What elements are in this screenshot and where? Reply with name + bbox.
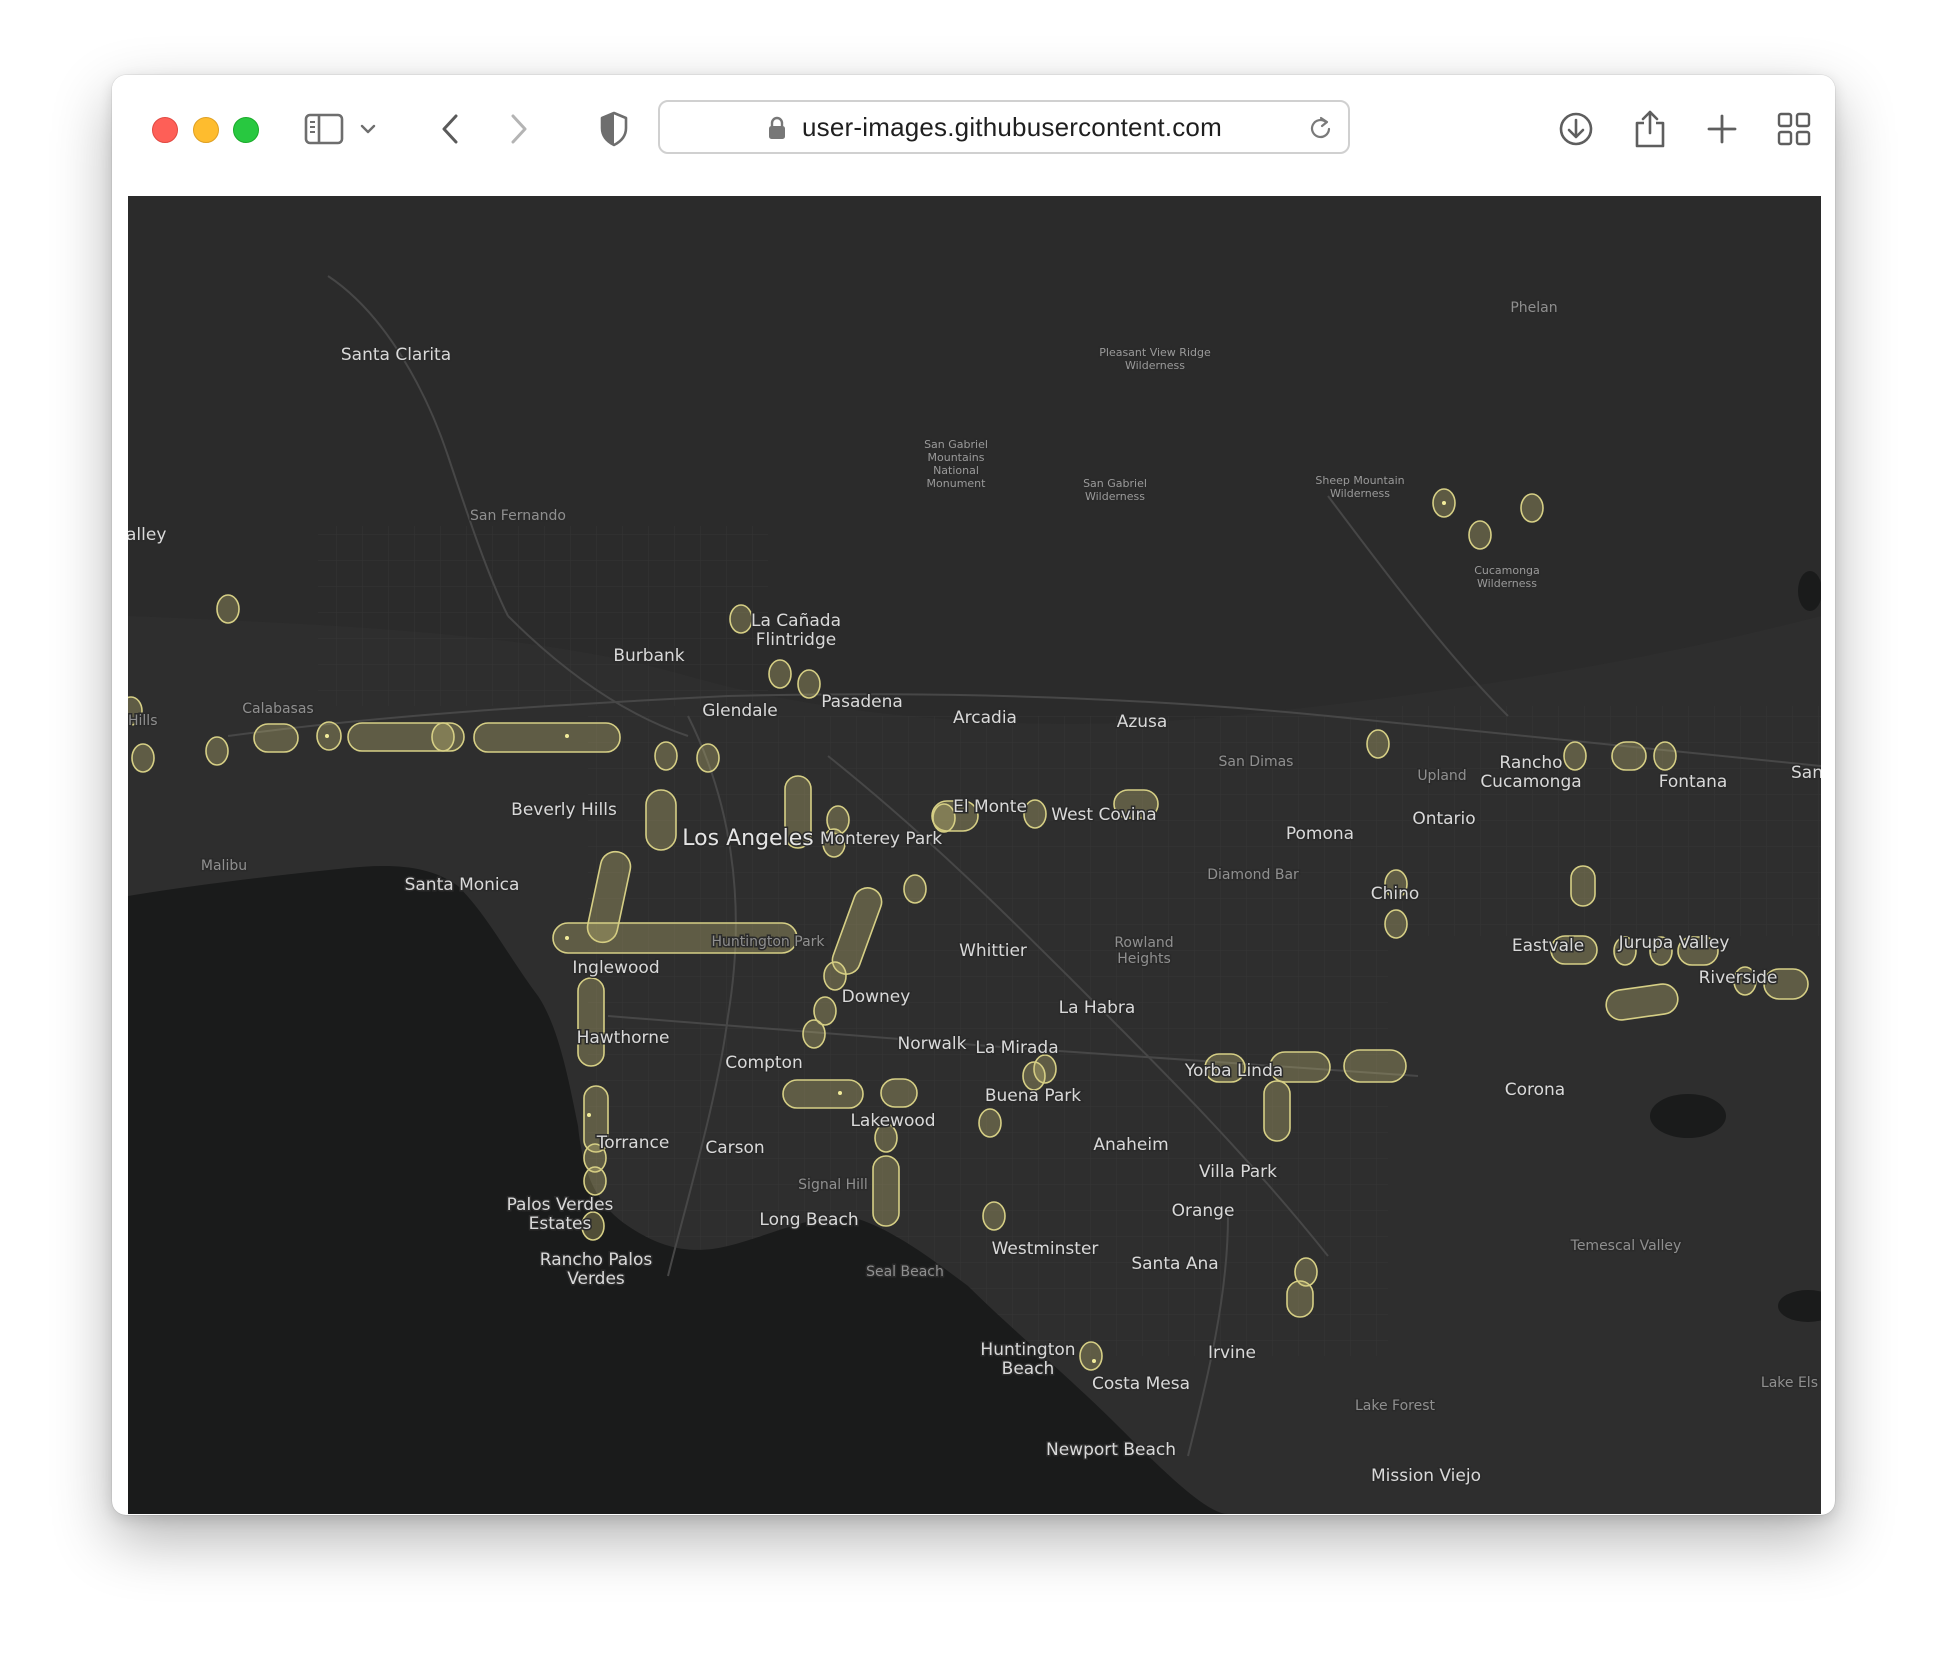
map-viewport[interactable]: Santa Clarita Phelan Pleasant View Ridge Wi… bbox=[128, 196, 1821, 1514]
chevron-right-icon[interactable] bbox=[497, 107, 541, 151]
grid-icon[interactable] bbox=[1772, 107, 1816, 151]
browser-toolbar: user-images.githubusercontent.com bbox=[112, 75, 1835, 195]
plus-icon[interactable] bbox=[1700, 107, 1744, 151]
place-label: Upland bbox=[1417, 768, 1466, 784]
place-label: La Cañada Flintridge bbox=[751, 611, 841, 650]
place-label: Lakewood bbox=[850, 1111, 935, 1131]
place-label: El Monte bbox=[953, 797, 1027, 817]
place-label: Signal Hill bbox=[798, 1177, 868, 1193]
place-label: Westminster bbox=[992, 1239, 1099, 1259]
place-label: Fontana bbox=[1659, 772, 1728, 792]
place-label: Newport Beach bbox=[1046, 1440, 1176, 1460]
place-label: Huntington Park bbox=[711, 934, 825, 950]
place-label: Carson bbox=[705, 1138, 764, 1158]
place-label: Corona bbox=[1505, 1080, 1565, 1100]
place-label: Costa Mesa bbox=[1092, 1374, 1190, 1394]
place-label: La Habra bbox=[1059, 998, 1136, 1018]
place-label: Beverly Hills bbox=[511, 800, 617, 820]
place-label: San Dimas bbox=[1219, 754, 1294, 770]
place-label: Burbank bbox=[613, 646, 684, 666]
place-label: Cucamonga Wilderness bbox=[1474, 564, 1540, 590]
place-label: Seal Beach bbox=[866, 1264, 944, 1280]
place-label: Chino bbox=[1371, 884, 1420, 904]
place-label: Eastvale bbox=[1512, 936, 1584, 956]
place-label: Los Angeles bbox=[682, 826, 813, 851]
place-label: Inglewood bbox=[572, 958, 659, 978]
sidebar-icon[interactable] bbox=[302, 107, 346, 151]
download-icon[interactable] bbox=[1554, 107, 1598, 151]
place-label: San Gabriel Mountains National Monument bbox=[924, 438, 988, 490]
place-label: Hills bbox=[128, 713, 158, 729]
place-label: Villa Park bbox=[1199, 1162, 1277, 1182]
place-label: Ontario bbox=[1412, 809, 1475, 829]
reload-icon[interactable] bbox=[1308, 114, 1334, 147]
chevron-left-icon[interactable] bbox=[428, 107, 472, 151]
place-label: San bbox=[1791, 763, 1821, 783]
place-label: San Fernando bbox=[470, 508, 566, 524]
place-label: Glendale bbox=[702, 701, 778, 721]
place-label: Pomona bbox=[1286, 824, 1354, 844]
place-label: Irvine bbox=[1208, 1343, 1256, 1363]
browser-window: user-images.githubusercontent.com Santa … bbox=[112, 75, 1835, 1515]
place-label: Santa Clarita bbox=[341, 345, 451, 365]
lock-icon bbox=[768, 116, 786, 145]
place-label: Jurupa Valley bbox=[1618, 933, 1730, 953]
place-label: Malibu bbox=[201, 858, 247, 874]
place-label: Lake Els bbox=[1761, 1375, 1818, 1391]
address-bar[interactable]: user-images.githubusercontent.com bbox=[658, 100, 1350, 154]
street-grid bbox=[318, 526, 768, 706]
place-label: West Covina bbox=[1051, 805, 1156, 825]
place-label: Long Beach bbox=[759, 1210, 858, 1230]
map-canvas[interactable]: Santa ClaritaPhelanPleasant View Ridge Wi… bbox=[128, 196, 1821, 1514]
place-label: Santa Ana bbox=[1131, 1254, 1218, 1274]
place-label: Downey bbox=[842, 987, 911, 1007]
place-label: Hawthorne bbox=[577, 1028, 670, 1048]
place-label: La Mirada bbox=[975, 1038, 1058, 1058]
place-label: Yorba Linda bbox=[1184, 1061, 1283, 1081]
place-label: Orange bbox=[1172, 1201, 1235, 1221]
place-label: Diamond Bar bbox=[1207, 867, 1299, 883]
place-label: Riverside bbox=[1699, 968, 1778, 988]
place-label: Buena Park bbox=[985, 1086, 1081, 1106]
place-label: Azusa bbox=[1117, 712, 1168, 732]
place-label: San Gabriel Wilderness bbox=[1083, 477, 1147, 503]
lake bbox=[1650, 1094, 1726, 1138]
place-label: Mission Viejo bbox=[1371, 1466, 1481, 1486]
place-label: Santa Monica bbox=[405, 875, 520, 895]
place-label: Arcadia bbox=[953, 708, 1017, 728]
place-label: Torrance bbox=[596, 1133, 670, 1153]
place-label: Anaheim bbox=[1093, 1135, 1168, 1155]
place-label: Compton bbox=[725, 1053, 802, 1073]
lake bbox=[1798, 571, 1821, 611]
place-label: Rowland Heights bbox=[1114, 935, 1173, 967]
place-label: Calabasas bbox=[242, 701, 313, 717]
url-text: user-images.githubusercontent.com bbox=[802, 112, 1222, 142]
place-label: Lake Forest bbox=[1355, 1398, 1436, 1414]
share-icon[interactable] bbox=[1628, 107, 1672, 151]
place-label: Temescal Valley bbox=[1570, 1238, 1682, 1254]
shield-icon[interactable] bbox=[592, 107, 636, 151]
close-window-button[interactable] bbox=[152, 117, 178, 143]
place-label: Monterey Park bbox=[820, 829, 942, 849]
minimize-window-button[interactable] bbox=[193, 117, 219, 143]
place-label: Pasadena bbox=[821, 692, 903, 712]
place-label: Whittier bbox=[959, 941, 1027, 961]
zoom-window-button[interactable] bbox=[233, 117, 259, 143]
place-label: Norwalk bbox=[898, 1034, 967, 1054]
chevron-down-icon[interactable] bbox=[356, 107, 380, 151]
place-label: Phelan bbox=[1510, 300, 1557, 316]
place-label: alley bbox=[128, 525, 166, 545]
